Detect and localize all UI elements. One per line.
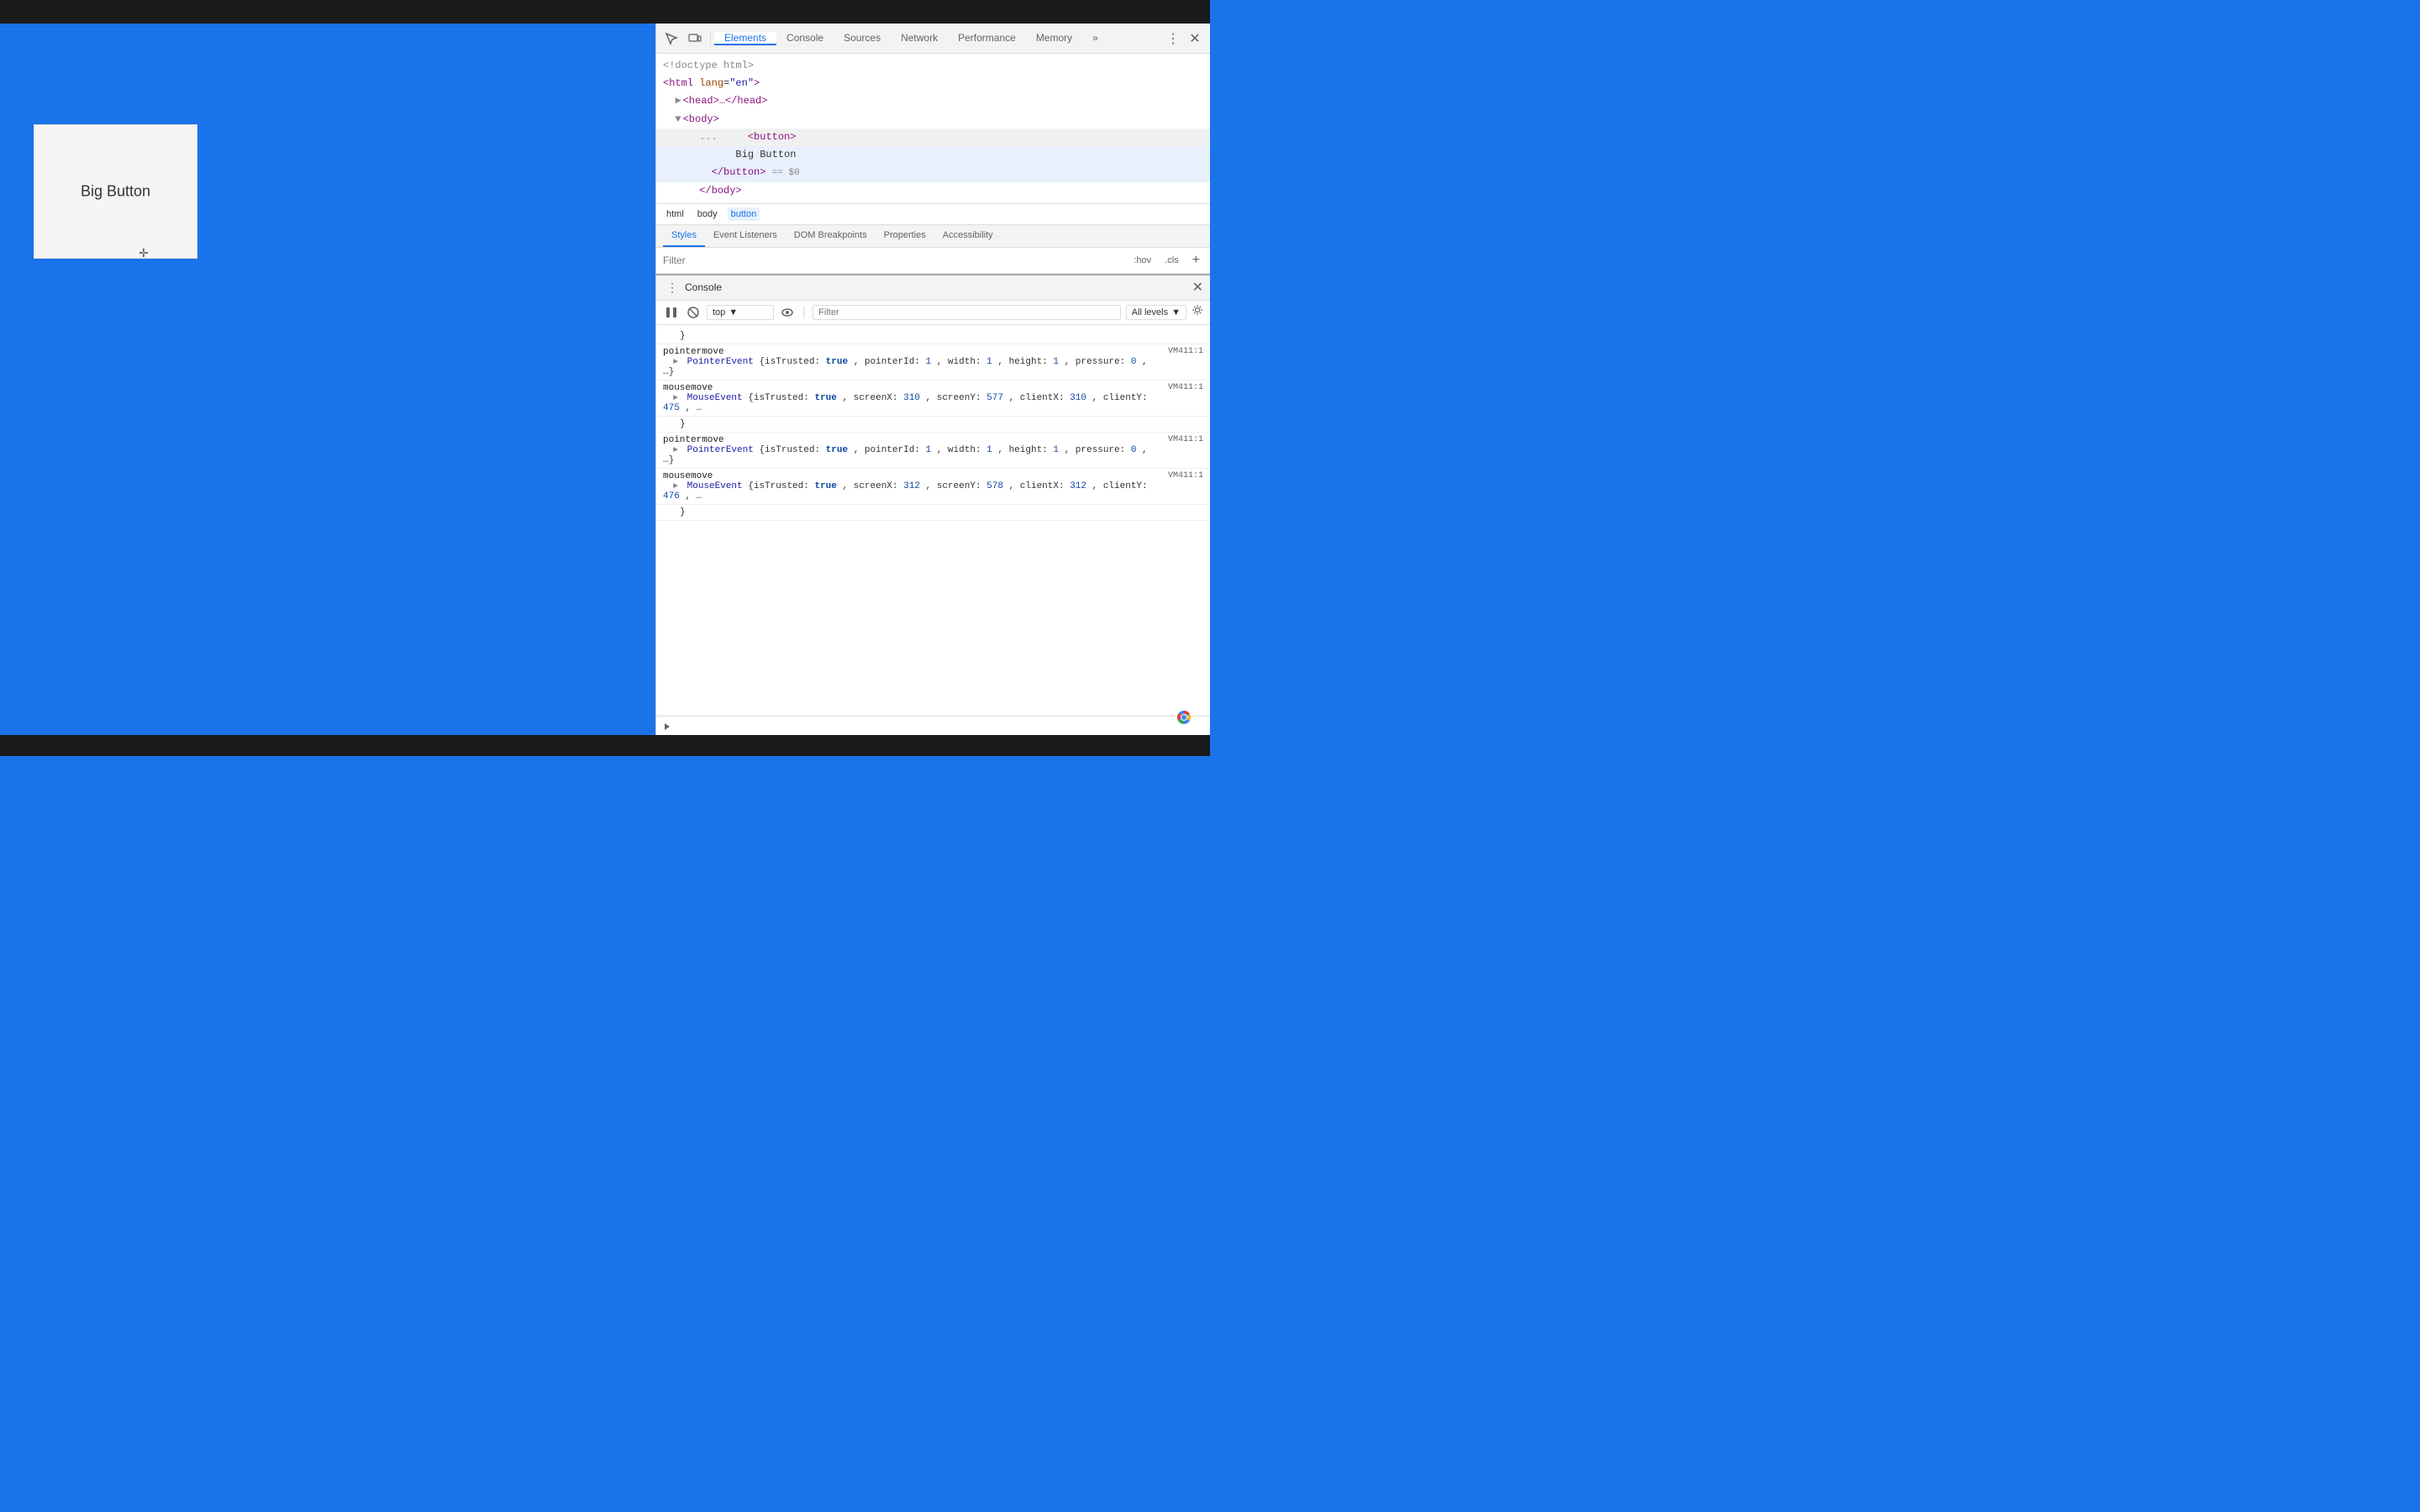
console-source-mm2: VM411:1 xyxy=(1161,471,1203,480)
devtools-panel: Elements Console Sources Network Perform… xyxy=(655,24,1210,735)
console-mousemove1-content: mousemove ► MouseEvent {isTrusted: true … xyxy=(663,383,1161,413)
console-levels-label: All levels xyxy=(1132,307,1168,318)
breadcrumb-button[interactable]: button xyxy=(728,207,760,221)
hov-button[interactable]: :hov xyxy=(1130,254,1155,267)
console-input-area xyxy=(656,716,1210,735)
html-doctype: <!doctype html> xyxy=(656,57,1210,75)
tab-more[interactable]: » xyxy=(1082,32,1108,45)
console-toolbar-sep: | xyxy=(802,305,806,320)
console-levels-dropdown[interactable]: All levels ▼ xyxy=(1126,305,1186,320)
console-source-mm1: VM411:1 xyxy=(1161,383,1203,392)
html-head[interactable]: ►<head>…</head> xyxy=(656,92,1210,110)
styles-tab-dom-breakpoints[interactable]: DOM Breakpoints xyxy=(786,225,876,247)
toolbar-right: ⋮ ✕ xyxy=(1163,27,1207,50)
tab-sources[interactable]: Sources xyxy=(834,32,891,45)
styles-tab-properties[interactable]: Properties xyxy=(876,225,934,247)
devtools-toolbar: Elements Console Sources Network Perform… xyxy=(656,24,1210,54)
html-body-close: </body> xyxy=(656,182,1210,200)
styles-tab-event-listeners[interactable]: Event Listeners xyxy=(705,225,786,247)
console-brace3-content: } xyxy=(663,507,1197,517)
tab-memory[interactable]: Memory xyxy=(1026,32,1082,45)
console-settings-icon[interactable] xyxy=(1192,304,1203,320)
console-levels-arrow: ▼ xyxy=(1171,307,1181,318)
filter-bar: :hov .cls + xyxy=(656,248,1210,274)
close-devtools-icon[interactable]: ✕ xyxy=(1185,29,1205,49)
webpage-area: Big Button ✛ xyxy=(0,24,655,735)
html-dots: ... <button> xyxy=(656,129,1210,146)
html-button-close[interactable]: </button> == $0 xyxy=(656,164,1210,182)
console-section: ⋮ Console ✕ top ▼ xyxy=(656,274,1210,735)
tab-performance[interactable]: Performance xyxy=(948,32,1026,45)
console-clear-button[interactable] xyxy=(685,304,702,321)
console-toolbar: top ▼ | All levels ▼ xyxy=(656,301,1210,325)
breadcrumb-bar: html body button xyxy=(656,203,1210,225)
console-menu-icon[interactable]: ⋮ xyxy=(663,279,681,297)
console-line-mousemove1[interactable]: mousemove ► MouseEvent {isTrusted: true … xyxy=(656,381,1210,417)
styles-tab-styles[interactable]: Styles xyxy=(663,225,705,247)
console-line-brace2: } xyxy=(656,417,1210,433)
more-menu-icon[interactable]: ⋮ xyxy=(1163,27,1183,50)
cls-button[interactable]: .cls xyxy=(1161,254,1182,267)
breadcrumb-html[interactable]: html xyxy=(663,207,687,221)
button-card[interactable]: Big Button xyxy=(34,124,197,259)
console-line-mousemove2[interactable]: mousemove ► MouseEvent {isTrusted: true … xyxy=(656,469,1210,505)
inspect-icon[interactable] xyxy=(661,29,681,49)
styles-tab-accessibility[interactable]: Accessibility xyxy=(934,225,1002,247)
chrome-logo xyxy=(1171,704,1197,731)
console-output: } pointermove ► PointerEvent {isTrusted:… xyxy=(656,325,1210,716)
top-bar xyxy=(0,0,1210,24)
console-input[interactable] xyxy=(676,720,1203,732)
devtools-tabs: Elements Console Sources Network Perform… xyxy=(714,32,1163,45)
add-style-button[interactable]: + xyxy=(1189,251,1203,270)
big-button-label: Big Button xyxy=(81,183,150,201)
console-eye-button[interactable] xyxy=(779,304,796,321)
console-line-pointermove2[interactable]: pointermove ► PointerEvent {isTrusted: t… xyxy=(656,433,1210,469)
console-dropdown-arrow: ▼ xyxy=(729,307,738,318)
console-title: Console xyxy=(685,281,722,293)
styles-tabs: Styles Event Listeners DOM Breakpoints P… xyxy=(656,225,1210,248)
html-body[interactable]: ▼<body> xyxy=(656,111,1210,129)
console-source-pm1: VM411:1 xyxy=(1161,347,1203,356)
console-line-pointermove1[interactable]: pointermove ► PointerEvent {isTrusted: t… xyxy=(656,344,1210,381)
console-play-button[interactable] xyxy=(663,304,680,321)
console-prompt-icon xyxy=(663,720,673,732)
console-source-pm2: VM411:1 xyxy=(1161,435,1203,444)
console-mousemove2-content: mousemove ► MouseEvent {isTrusted: true … xyxy=(663,471,1161,501)
console-context-dropdown[interactable]: top ▼ xyxy=(707,305,774,320)
breadcrumb-body[interactable]: body xyxy=(694,207,721,221)
html-button-text: Big Button xyxy=(656,146,1210,164)
console-filter-input[interactable] xyxy=(813,305,1121,320)
bottom-bar xyxy=(0,735,1210,756)
console-line-brace1: } xyxy=(656,328,1210,344)
console-brace1-content: } xyxy=(663,331,1197,341)
device-toggle-icon[interactable] xyxy=(685,29,705,49)
console-brace2-content: } xyxy=(663,419,1197,429)
console-header: ⋮ Console ✕ xyxy=(656,274,1210,301)
tab-network[interactable]: Network xyxy=(891,32,948,45)
console-close-button[interactable]: ✕ xyxy=(1192,279,1203,296)
console-context-label: top xyxy=(713,307,725,318)
console-line-brace3: } xyxy=(656,505,1210,521)
tab-elements[interactable]: Elements xyxy=(714,32,776,45)
cursor: ✛ xyxy=(139,246,145,253)
console-pointermove2-content: pointermove ► PointerEvent {isTrusted: t… xyxy=(663,435,1161,465)
elements-panel: <!doctype html> <html lang="en"> ►<head>… xyxy=(656,54,1210,203)
tab-console[interactable]: Console xyxy=(776,32,834,45)
filter-input[interactable] xyxy=(663,255,1123,266)
html-tag[interactable]: <html lang="en"> xyxy=(656,75,1210,92)
toolbar-separator xyxy=(710,30,711,47)
console-pointermove1-content: pointermove ► PointerEvent {isTrusted: t… xyxy=(663,347,1161,377)
